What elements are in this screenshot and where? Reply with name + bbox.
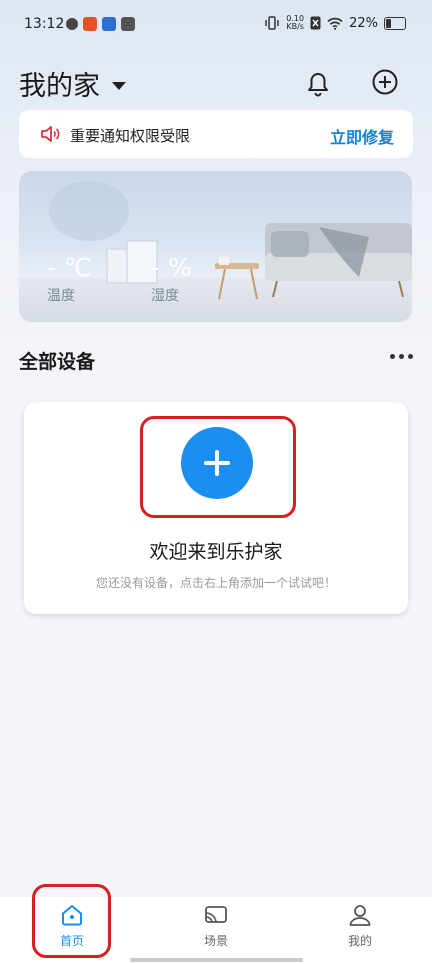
battery-percent: 22% [349,15,378,31]
temperature-value: - ℃ [47,253,93,282]
highlight-box-home-tab [32,884,111,958]
profile-icon [349,905,371,926]
room-environment-card[interactable]: - ℃ 温度 - % 湿度 [19,171,412,322]
humidity-label: 湿度 [151,288,179,304]
status-notification-icons [66,17,135,31]
status-bar: 13:12 0.10 KB/s 22% [0,0,432,52]
wifi-icon [327,17,343,30]
vibrate-icon [265,16,280,30]
notice-text: 重要通知权限受限 [70,127,191,145]
tab-profile[interactable]: 我的 [330,902,390,949]
welcome-title: 欢迎来到乐护家 [149,541,283,563]
home-indicator[interactable] [130,958,303,962]
tab-scene-label: 场景 [203,934,228,948]
scene-icon [205,906,227,923]
welcome-subtitle: 您还没有设备，点击右上角添加一个试试吧！ [95,576,336,590]
add-device-icon[interactable] [371,68,399,96]
home-selector[interactable]: 我的家 [19,64,126,103]
humidity-value: - % [151,253,192,282]
highlight-box-add [140,416,296,518]
sim-off-icon [310,16,321,30]
all-devices-title: 全部设备 [19,351,96,373]
app-notification-icon [66,18,78,30]
app-notification-icon [102,17,116,31]
app-notification-icon [83,17,97,31]
bell-icon[interactable] [304,70,332,98]
room-illustration [49,181,412,300]
network-speed: 0.10 KB/s [286,15,304,31]
tab-scene[interactable]: 场景 [186,902,246,949]
network-speed-unit: KB/s [286,22,304,31]
fix-now-link[interactable]: 立即修复 [330,124,394,148]
battery-icon [384,16,406,30]
status-right: 0.10 KB/s 22% [264,15,406,31]
status-time: 13:12 [24,16,65,32]
page-title: 我的家 [19,71,100,102]
notification-permission-banner: 重要通知权限受限 立即修复 [19,110,413,158]
more-options-icon[interactable] [390,354,413,359]
caret-down-icon [112,81,126,90]
tab-profile-label: 我的 [347,934,372,948]
app-notification-icon [121,17,135,31]
speaker-icon [41,126,60,142]
temperature-label: 温度 [47,288,75,304]
